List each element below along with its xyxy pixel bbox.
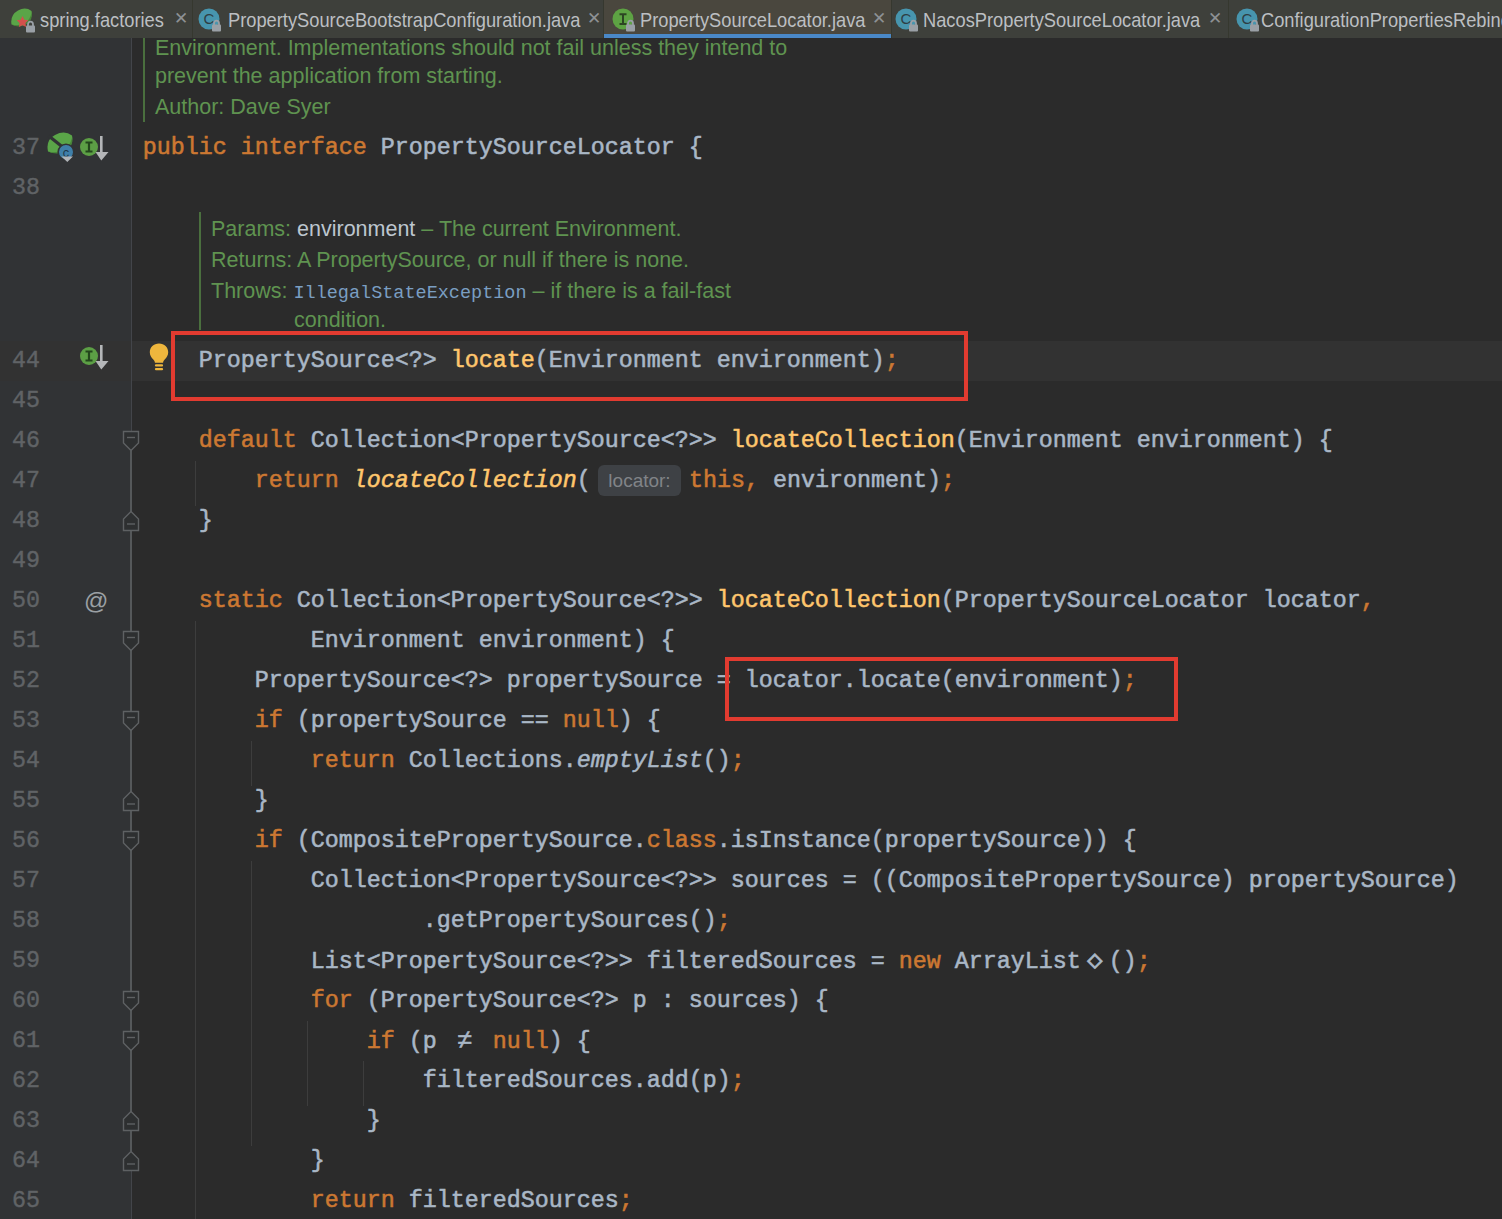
svg-text:C: C: [204, 10, 215, 27]
svg-text:C: C: [901, 10, 912, 27]
svg-text:C: C: [1242, 10, 1253, 27]
